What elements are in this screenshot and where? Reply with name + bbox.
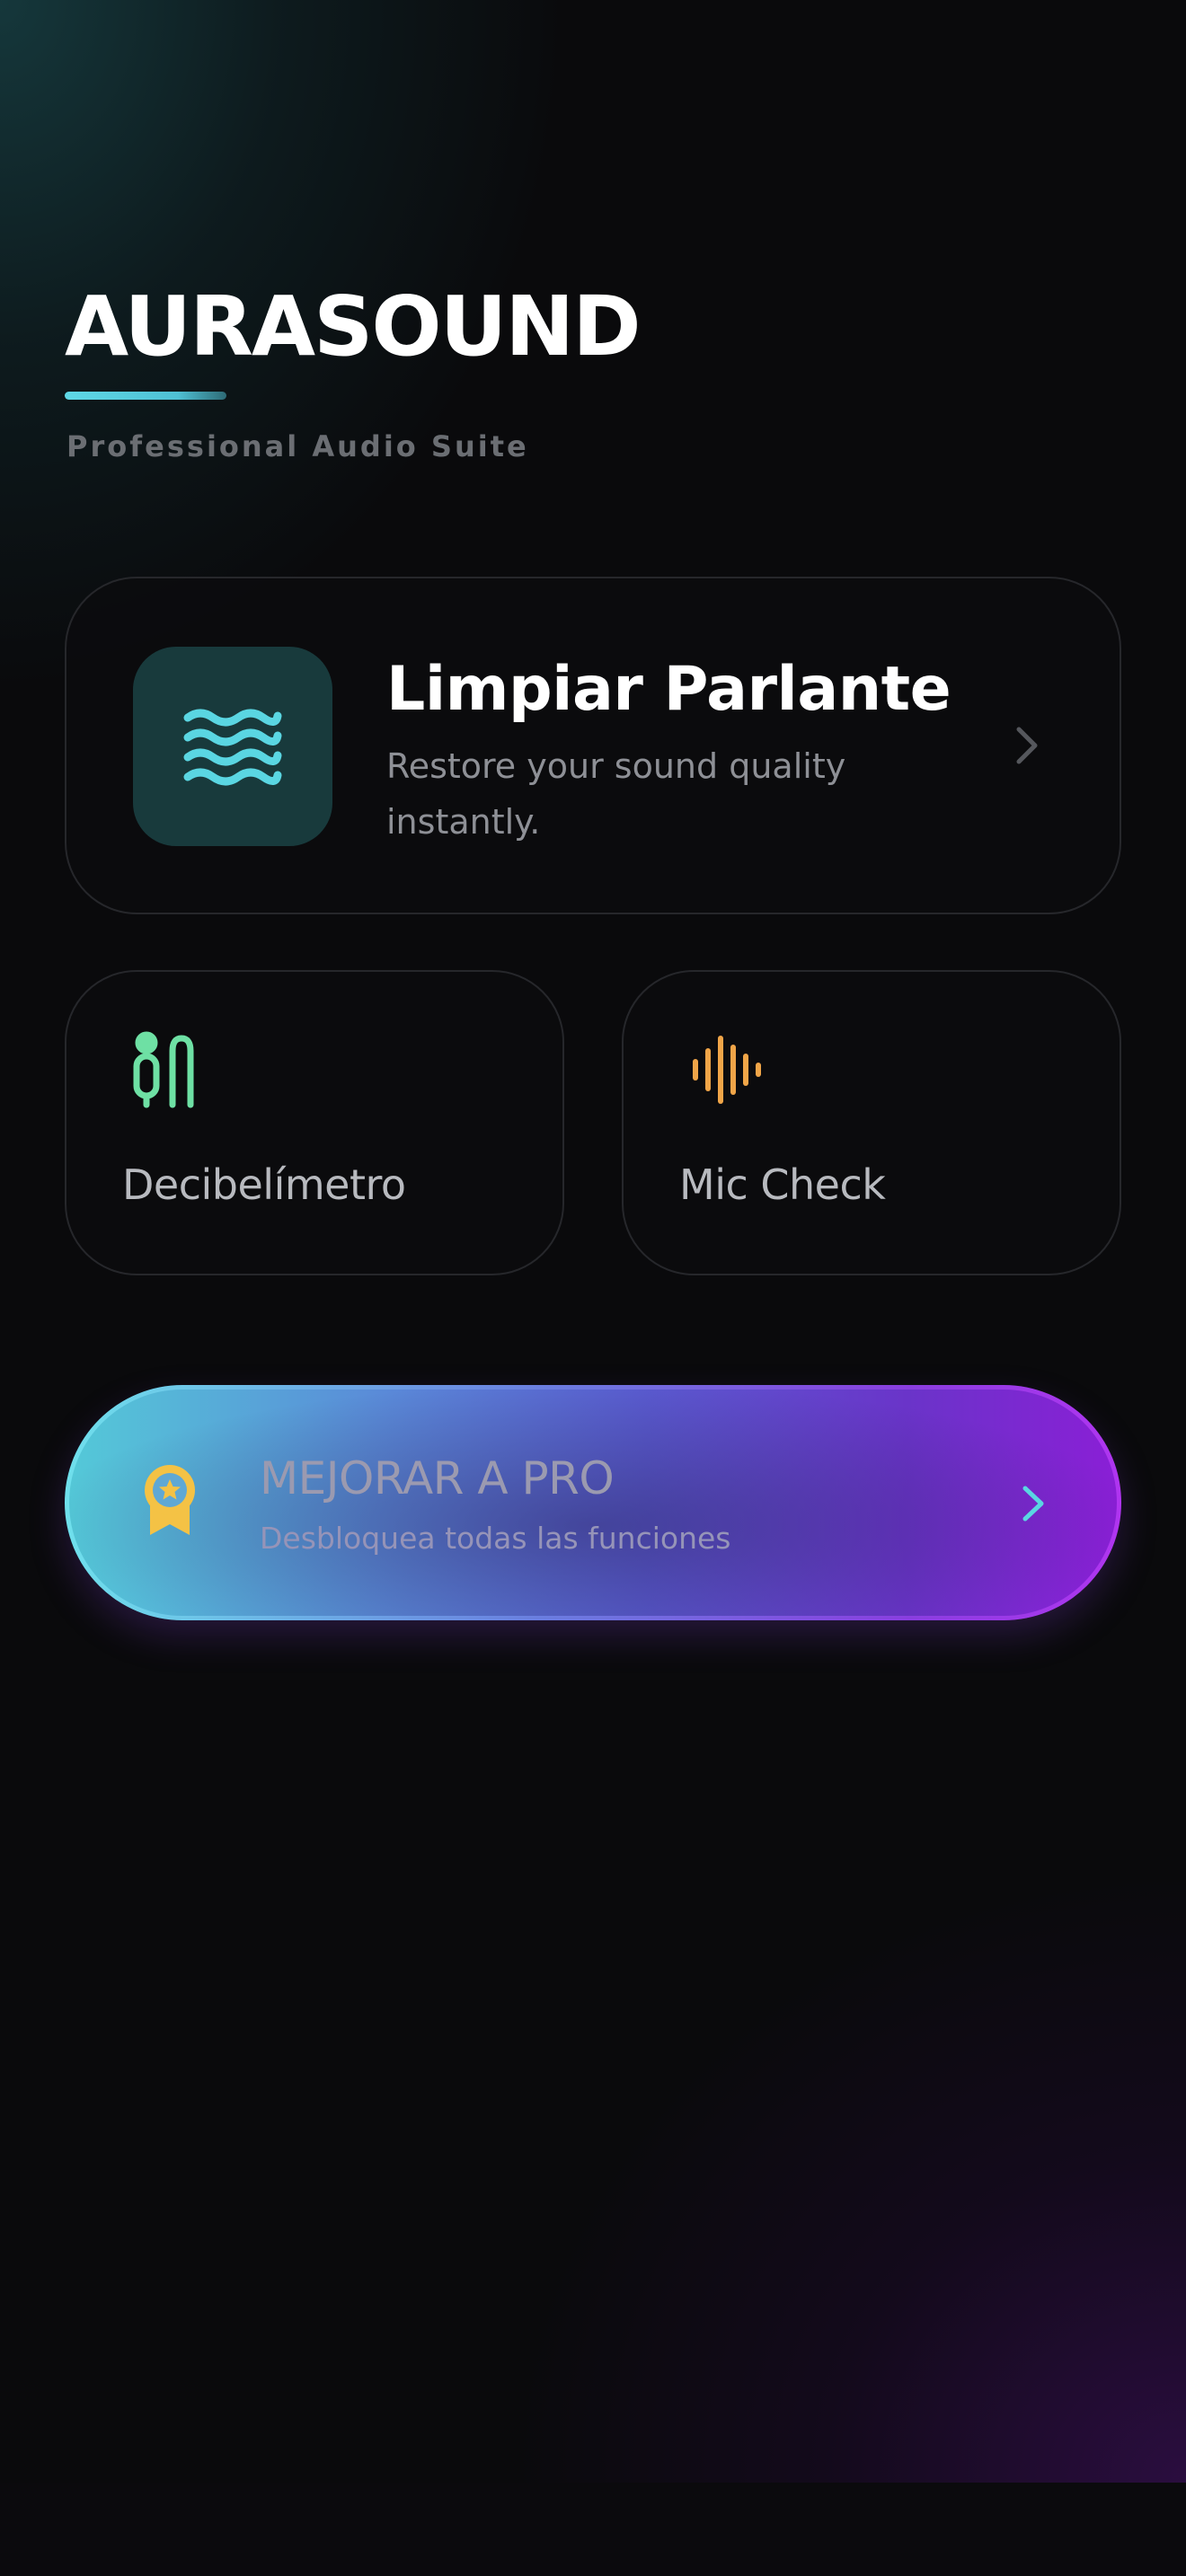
- microphone-cable-icon: [133, 1031, 194, 1108]
- bottom-bar: [0, 2483, 1186, 2576]
- award-badge-icon: [145, 1465, 195, 1535]
- upgrade-pro-button[interactable]: MEJORAR A PRO Desbloquea todas las funci…: [65, 1385, 1121, 1620]
- home-screen: AURASOUND Professional Audio Suite Limpi…: [0, 0, 1186, 2576]
- clean-speaker-title: Limpiar Parlante: [386, 654, 951, 725]
- upgrade-pro-title: MEJORAR A PRO: [260, 1452, 615, 1504]
- app-subtitle: Professional Audio Suite: [66, 429, 529, 463]
- upgrade-pro-inner: MEJORAR A PRO Desbloquea todas las funci…: [69, 1389, 1117, 1616]
- clean-speaker-description: Restore your sound quality instantly.: [386, 746, 846, 842]
- mic-check-label: Mic Check: [679, 1160, 886, 1209]
- chevron-right-icon: [1016, 727, 1038, 764]
- app-title: AURASOUND: [65, 278, 642, 375]
- upgrade-pro-subtitle: Desbloquea todas las funciones: [260, 1521, 731, 1556]
- waves-icon: [183, 709, 282, 786]
- mic-check-card[interactable]: Mic Check: [622, 970, 1121, 1275]
- decibel-meter-label: Decibelímetro: [122, 1160, 406, 1209]
- waveform-icon: [693, 1036, 761, 1104]
- chevron-right-icon: [1022, 1486, 1044, 1522]
- decibel-meter-card[interactable]: Decibelímetro: [65, 970, 564, 1275]
- clean-speaker-card[interactable]: Limpiar Parlante Restore your sound qual…: [65, 577, 1121, 914]
- clean-speaker-icon-box: [133, 647, 332, 846]
- title-underline: [65, 392, 226, 400]
